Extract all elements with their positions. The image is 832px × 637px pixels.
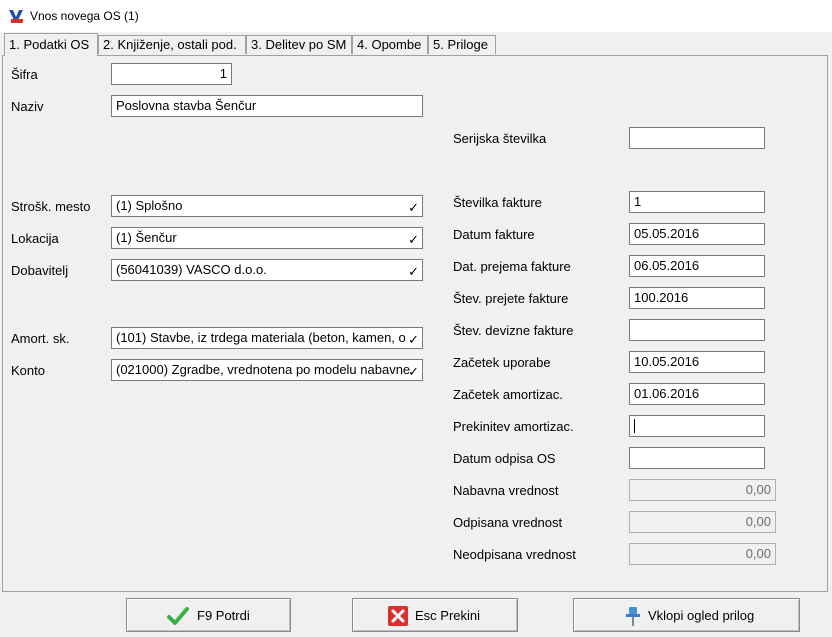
strosk-mesto-label: Strošk. mesto (11, 199, 91, 214)
sifra-label: Šifra (11, 67, 38, 82)
window-title: Vnos novega OS (1) (30, 9, 139, 23)
pushpin-icon (626, 607, 640, 626)
dat-prejema-field[interactable]: 06.05.2016 (629, 255, 765, 277)
dobavitelj-label: Dobavitelj (11, 263, 69, 278)
st-prejete-field[interactable]: 100.2016 (629, 287, 765, 309)
checkmark-icon (167, 607, 189, 625)
lookup-check-icon[interactable]: ✓ (408, 362, 419, 380)
zacetek-uporabe-field[interactable]: 10.05.2016 (629, 351, 765, 373)
konto-field[interactable]: (021000) Zgradbe, vrednotena po modelu n… (111, 359, 423, 381)
dat-prejema-label: Dat. prejema fakture (453, 259, 571, 274)
amort-sk-field[interactable]: (101) Stavbe, iz trdega materiala (beton… (111, 327, 423, 349)
st-devizne-label: Štev. devizne fakture (453, 323, 574, 338)
strosk-mesto-field[interactable]: (1) Splošno ✓ (111, 195, 423, 217)
app-logo-icon (9, 10, 23, 23)
naziv-field[interactable]: Poslovna stavba Šenčur (111, 95, 423, 117)
amort-sk-label: Amort. sk. (11, 331, 70, 346)
neodpisana-field: 0,00 (629, 543, 776, 565)
lookup-check-icon[interactable]: ✓ (408, 330, 419, 348)
datum-fakture-field[interactable]: 05.05.2016 (629, 223, 765, 245)
confirm-button-label: F9 Potrdi (197, 608, 250, 623)
tab-strip: 1. Podatki OS 2. Knjiženje, ostali pod. … (0, 33, 832, 56)
prekinitev-label: Prekinitev amortizac. (453, 419, 574, 434)
konto-label: Konto (11, 363, 45, 378)
strosk-mesto-value: (1) Splošno (116, 198, 183, 213)
tab-podatki-os[interactable]: 1. Podatki OS (4, 33, 98, 56)
zacetek-uporabe-label: Začetek uporabe (453, 355, 551, 370)
tab-knjizenje[interactable]: 2. Knjiženje, ostali pod. (98, 35, 246, 54)
title-bar: Vnos novega OS (1) (0, 0, 832, 32)
st-fakture-field[interactable]: 1 (629, 191, 765, 213)
tab-opombe[interactable]: 4. Opombe (352, 35, 428, 54)
serijska-field[interactable] (629, 127, 765, 149)
sifra-field[interactable]: 1 (111, 63, 232, 85)
serijska-label: Serijska številka (453, 131, 547, 146)
amort-sk-value: (101) Stavbe, iz trdega materiala (beton… (116, 330, 406, 345)
zacetek-amort-label: Začetek amortizac. (453, 387, 563, 402)
st-fakture-label: Številka fakture (453, 195, 542, 210)
close-icon (388, 606, 408, 626)
lookup-check-icon[interactable]: ✓ (408, 262, 419, 280)
st-devizne-field[interactable] (629, 319, 765, 341)
prekinitev-field[interactable] (629, 415, 765, 437)
tab-delitev-po-sm[interactable]: 3. Delitev po SM (246, 35, 352, 54)
naziv-label: Naziv (11, 99, 44, 114)
lokacija-field[interactable]: (1) Šenčur ✓ (111, 227, 423, 249)
zacetek-amort-field[interactable]: 01.06.2016 (629, 383, 765, 405)
neodpisana-label: Neodpisana vrednost (453, 547, 576, 562)
cancel-button-label: Esc Prekini (415, 608, 481, 623)
tab-priloge[interactable]: 5. Priloge (428, 35, 496, 54)
datum-fakture-label: Datum fakture (453, 227, 535, 242)
lokacija-value: (1) Šenčur (116, 230, 177, 245)
button-bar: F9 Potrdi Esc Prekini Vklopi ogled prilo… (0, 592, 832, 637)
st-prejete-label: Štev. prejete fakture (453, 291, 569, 306)
lokacija-label: Lokacija (11, 231, 59, 246)
konto-value: (021000) Zgradbe, vrednotena po modelu n… (116, 362, 411, 377)
confirm-button[interactable]: F9 Potrdi (126, 598, 291, 632)
nabavna-field: 0,00 (629, 479, 776, 501)
nabavna-label: Nabavna vrednost (453, 483, 559, 498)
datum-odpisa-field[interactable] (629, 447, 765, 469)
lookup-check-icon[interactable]: ✓ (408, 198, 419, 216)
attachments-button-label: Vklopi ogled prilog (648, 608, 755, 623)
dobavitelj-field[interactable]: (56041039) VASCO d.o.o. ✓ (111, 259, 423, 281)
lookup-check-icon[interactable]: ✓ (408, 230, 419, 248)
odpisana-field: 0,00 (629, 511, 776, 533)
attachments-button[interactable]: Vklopi ogled prilog (573, 598, 800, 632)
odpisana-label: Odpisana vrednost (453, 515, 563, 530)
cancel-button[interactable]: Esc Prekini (352, 598, 518, 632)
dobavitelj-value: (56041039) VASCO d.o.o. (116, 262, 267, 277)
datum-odpisa-label: Datum odpisa OS (453, 451, 556, 466)
text-cursor (634, 419, 635, 433)
